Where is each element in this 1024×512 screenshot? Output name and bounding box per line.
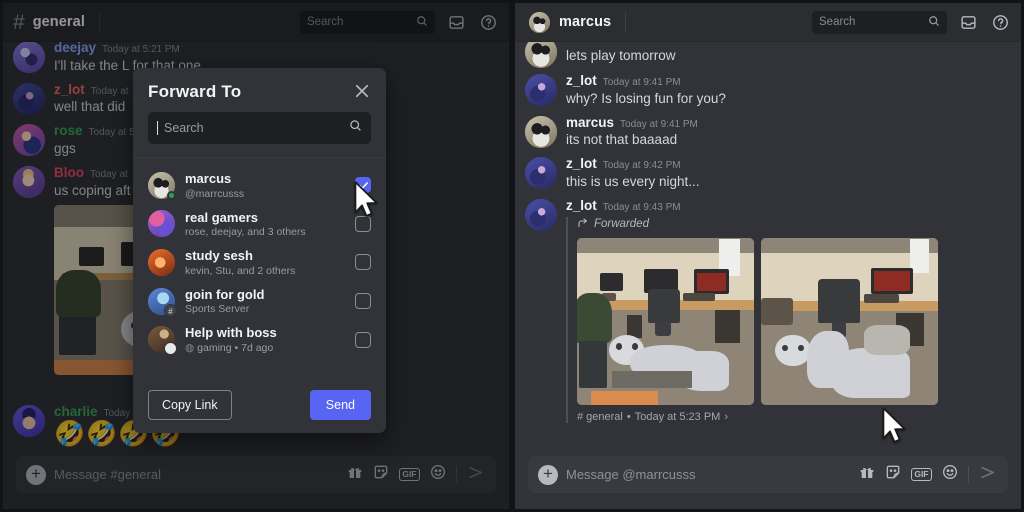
- forwarded-body: Forwarded # general • Today at 5:23 PM ›: [566, 216, 1011, 423]
- inbox-icon[interactable]: [957, 11, 979, 33]
- avatar: [148, 326, 177, 356]
- avatar[interactable]: [525, 115, 557, 148]
- message-author[interactable]: z_lot: [566, 156, 597, 172]
- channel-hash-badge: #: [164, 303, 177, 317]
- avatar: #: [148, 287, 177, 317]
- target-name: study sesh: [185, 248, 253, 264]
- forwarded-source[interactable]: # general • Today at 5:23 PM ›: [577, 411, 1011, 423]
- message-text: its not that baaaad: [566, 132, 678, 148]
- message-author[interactable]: marcus: [566, 115, 614, 131]
- online-status-dot: [167, 190, 176, 200]
- chevron-right-icon: ›: [724, 410, 729, 423]
- forwarded-message-item: z_lot Today at 9:43 PM Forwarded # gener…: [515, 193, 1021, 425]
- right-message-composer[interactable]: + Message @marrcusss GIF: [528, 456, 1008, 493]
- message-timestamp: Today at 9:41 PM: [620, 118, 698, 130]
- copy-link-button[interactable]: Copy Link: [148, 390, 232, 420]
- avatar: [148, 171, 176, 200]
- checkbox-help-with-boss[interactable]: [355, 331, 371, 348]
- forwarded-source-channel: # general: [577, 410, 623, 423]
- forwarded-source-time: Today at 5:23 PM: [634, 410, 721, 423]
- forward-arrow-icon: [577, 217, 589, 232]
- sticker-icon[interactable]: [885, 464, 901, 485]
- message-author[interactable]: z_lot: [566, 198, 597, 214]
- forwarded-source-separator: •: [626, 410, 631, 423]
- forward-target-study-sesh[interactable]: study sesh kevin, Stu, and 2 others: [133, 243, 386, 282]
- mouse-cursor: [354, 181, 378, 217]
- forward-target-goin-for-gold[interactable]: # goin for gold Sports Server: [133, 282, 386, 321]
- composer-tools: GIF: [859, 463, 998, 487]
- close-icon[interactable]: [353, 82, 371, 100]
- help-icon[interactable]: [989, 11, 1011, 33]
- right-panel-dm: marcus Search lets play tomorrow z_lot T…: [512, 0, 1024, 512]
- forwarded-image-2[interactable]: [761, 237, 938, 405]
- message-item: z_lot Today at 9:41 PM why? Is losing fu…: [515, 68, 1021, 110]
- target-subtitle: rose, deejay, and 3 others: [185, 226, 306, 239]
- target-subtitle: ◍ gaming • 7d ago: [185, 341, 274, 354]
- forward-target-help-with-boss[interactable]: Help with boss ◍ gaming • 7d ago: [133, 320, 386, 359]
- right-header-actions: Search: [812, 10, 1011, 34]
- forwarded-label-row: Forwarded: [577, 217, 1011, 232]
- dm-name: marcus: [559, 14, 612, 30]
- forward-target-list: marcus @marrcusss real gamers rose, deej…: [133, 164, 386, 380]
- forward-to-dialog: Forward To Search marcus @marrcusss real…: [133, 68, 386, 433]
- gif-button[interactable]: GIF: [910, 468, 932, 481]
- dialog-search-placeholder: Search: [164, 121, 204, 135]
- dialog-header: Forward To: [133, 68, 386, 112]
- checkbox-study-sesh[interactable]: [355, 254, 371, 271]
- search-input[interactable]: Search: [812, 10, 947, 34]
- message-timestamp: Today at 9:41 PM: [602, 77, 681, 88]
- forwarded-label: Forwarded: [594, 218, 649, 231]
- thread-bubble-badge: [164, 342, 177, 356]
- dm-avatar[interactable]: [529, 11, 550, 33]
- screenshot-stage: # general Search deejay Today at 5:21 PM…: [0, 0, 1024, 512]
- dialog-footer: Copy Link Send: [133, 380, 386, 433]
- text-caret: [157, 121, 158, 135]
- avatar: [148, 248, 175, 276]
- send-icon[interactable]: [979, 463, 998, 487]
- message-timestamp: Today at 9:43 PM: [602, 202, 681, 214]
- target-name: real gamers: [185, 209, 258, 225]
- message-input[interactable]: Message @marrcusss: [566, 467, 851, 482]
- dialog-search-input[interactable]: Search: [148, 112, 371, 144]
- search-icon: [928, 15, 940, 30]
- send-button[interactable]: Send: [309, 390, 371, 420]
- forward-target-marcus[interactable]: marcus @marrcusss: [133, 166, 386, 205]
- message-author[interactable]: z_lot: [566, 73, 597, 89]
- message-item: z_lot Today at 9:42 PM this is us every …: [515, 151, 1021, 193]
- avatar[interactable]: [525, 74, 557, 106]
- header-divider: [625, 12, 627, 32]
- mouse-cursor: [882, 407, 906, 443]
- message-text: lets play tomorrow: [566, 48, 676, 63]
- right-dm-header: marcus Search: [515, 3, 1021, 42]
- search-placeholder: Search: [819, 16, 856, 28]
- thread-icon: ◍: [185, 341, 195, 354]
- target-subtitle: Sports Server: [185, 303, 250, 316]
- target-subtitle: kevin, Stu, and 2 others: [185, 264, 296, 277]
- target-name: marcus: [185, 171, 232, 186]
- target-subtitle: @marrcusss: [185, 187, 245, 200]
- plus-icon[interactable]: +: [538, 464, 558, 485]
- message-text: this is us every night...: [566, 173, 700, 189]
- message-text: why? Is losing fun for you?: [566, 90, 726, 106]
- avatar: [148, 210, 175, 238]
- emoji-icon[interactable]: [942, 464, 958, 485]
- target-name: Help with boss: [185, 325, 277, 341]
- forward-target-real-gamers[interactable]: real gamers rose, deejay, and 3 others: [133, 205, 386, 244]
- target-name: goin for gold: [185, 286, 265, 302]
- avatar[interactable]: [525, 199, 557, 232]
- message-timestamp: Today at 9:42 PM: [602, 160, 681, 172]
- checkbox-goin-for-gold[interactable]: [355, 293, 371, 310]
- dialog-divider: [133, 157, 386, 158]
- dialog-title: Forward To: [148, 82, 242, 101]
- left-panel-server-channel: # general Search deejay Today at 5:21 PM…: [0, 0, 512, 512]
- forwarded-images: [577, 237, 1011, 405]
- forwarded-image-1[interactable]: [577, 237, 754, 405]
- search-icon: [349, 119, 362, 137]
- avatar[interactable]: [525, 157, 557, 190]
- right-message-list: lets play tomorrow z_lot Today at 9:41 P…: [515, 36, 1021, 425]
- message-item: marcus Today at 9:41 PM its not that baa…: [515, 110, 1021, 152]
- composer-divider: [968, 466, 969, 483]
- gift-icon[interactable]: [859, 464, 875, 485]
